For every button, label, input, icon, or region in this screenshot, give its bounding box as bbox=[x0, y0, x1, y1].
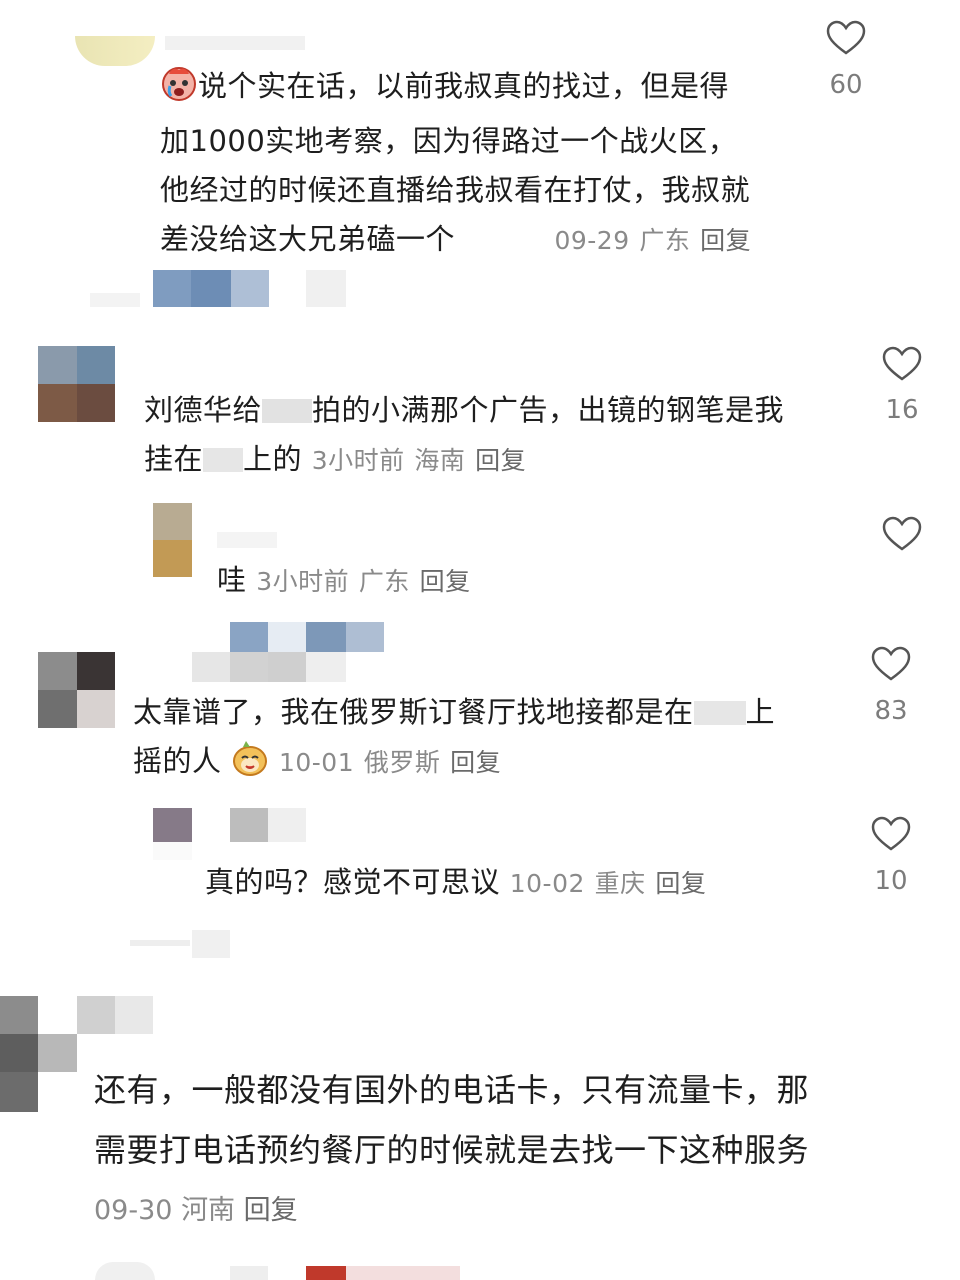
reply-button[interactable]: 回复 bbox=[700, 226, 751, 255]
comment-location: 海南 bbox=[414, 446, 466, 475]
smiling-cat-emoji bbox=[231, 739, 269, 792]
mosaic-block bbox=[192, 652, 230, 682]
mosaic-block bbox=[346, 622, 384, 652]
comment-line: 差没给这大兄弟磕一个 09-29 广东 回复 bbox=[160, 215, 800, 265]
mosaic-block bbox=[306, 622, 346, 652]
comment-line-text: 差没给这大兄弟磕一个 bbox=[160, 222, 456, 256]
mosaic-block bbox=[268, 652, 306, 682]
mosaic-block bbox=[191, 270, 231, 307]
comment-date: 09-30 bbox=[94, 1195, 173, 1226]
comment-location: 重庆 bbox=[594, 869, 646, 898]
mosaic-block bbox=[230, 622, 268, 652]
comment-date: 3小时前 bbox=[256, 567, 350, 596]
username-blurred bbox=[165, 36, 305, 50]
like-count: 83 bbox=[874, 696, 908, 726]
redaction bbox=[203, 448, 244, 472]
heart-icon[interactable] bbox=[826, 20, 866, 56]
comment-line-text: 真的吗？感觉不可思议 bbox=[205, 865, 501, 899]
comment-line-text: 拍的小满那个广告，出镜的钢笔是我 bbox=[312, 393, 785, 427]
mosaic-block bbox=[230, 1266, 268, 1280]
comment-line-text: 说个实在话，以前我叔真的找过，但是得 bbox=[198, 69, 730, 103]
crying-face-emoji bbox=[160, 64, 198, 117]
redaction bbox=[693, 701, 746, 725]
comment-text: 刘德华给 拍的小满那个广告，出镜的钢笔是我 挂在 上的 3小时前 海南 回复 bbox=[144, 386, 844, 485]
mosaic-block bbox=[268, 808, 306, 842]
comment-line: 还有，一般都没有国外的电话卡，只有流量卡，那 bbox=[94, 1071, 810, 1109]
comment-text: 说个实在话，以前我叔真的找过，但是得 加1000实地考察，因为得路过一个战火区，… bbox=[160, 62, 800, 265]
heart-icon[interactable] bbox=[882, 346, 922, 382]
mosaic-block bbox=[268, 622, 306, 652]
mosaic-block bbox=[77, 996, 115, 1034]
comment-line: 挂在 上的 3小时前 海南 回复 bbox=[144, 435, 844, 485]
comment-line-text: 挂在 bbox=[144, 442, 204, 476]
username-blurred bbox=[217, 532, 277, 548]
comment-text: 还有，一般都没有国外的电话卡，只有流量卡，那 需要打电话预约餐厅的时候就是去找一… bbox=[94, 1060, 954, 1180]
reply-text: 真的吗？感觉不可思议 10-02 重庆 回复 bbox=[205, 858, 706, 908]
mosaic-block bbox=[306, 652, 346, 682]
mosaic-block bbox=[115, 996, 153, 1034]
redaction bbox=[262, 399, 313, 423]
comment-location: 广东 bbox=[358, 567, 410, 596]
comment-date: 09-29 bbox=[554, 226, 630, 255]
comment-line: 太靠谱了，我在俄罗斯订餐厅找地接都是在 上 bbox=[133, 688, 833, 737]
comment-line-text: 摇的人 bbox=[133, 744, 222, 778]
reply-button[interactable]: 回复 bbox=[450, 748, 501, 777]
mosaic-block bbox=[306, 1266, 346, 1280]
heart-icon[interactable] bbox=[871, 646, 911, 682]
comment-location: 俄罗斯 bbox=[363, 748, 441, 777]
comment-line: 刘德华给 拍的小满那个广告，出镜的钢笔是我 bbox=[144, 386, 844, 435]
like-count: 16 bbox=[885, 395, 919, 425]
avatar[interactable] bbox=[38, 652, 115, 728]
comment-line-text: 上 bbox=[745, 695, 776, 729]
mosaic-block bbox=[230, 808, 268, 842]
mosaic-block bbox=[306, 270, 346, 307]
comment-text: 太靠谱了，我在俄罗斯订餐厅找地接都是在 上 摇的人 10-01 俄罗斯 回复 bbox=[133, 688, 833, 792]
mosaic-block bbox=[90, 293, 140, 307]
reply-button[interactable]: 回复 bbox=[420, 567, 471, 596]
comment-line-text: 哇 bbox=[217, 563, 247, 597]
comment-date: 10-02 bbox=[509, 869, 585, 898]
like-count: 60 bbox=[829, 70, 863, 100]
comment-line-text: 刘德华给 bbox=[144, 393, 263, 427]
reply-button[interactable]: 回复 bbox=[475, 446, 526, 475]
comment-date: 10-01 bbox=[278, 748, 355, 777]
heart-icon[interactable] bbox=[871, 816, 911, 852]
heart-icon[interactable] bbox=[882, 516, 922, 552]
mosaic-block bbox=[130, 940, 190, 946]
mosaic-block bbox=[346, 1266, 460, 1280]
mosaic-block bbox=[231, 270, 269, 307]
comment-line: 摇的人 10-01 俄罗斯 回复 bbox=[133, 737, 833, 792]
reply-button[interactable]: 回复 bbox=[244, 1195, 298, 1226]
reply-text: 哇 3小时前 广东 回复 bbox=[217, 556, 471, 606]
comment-location: 河南 bbox=[181, 1195, 236, 1226]
avatar[interactable] bbox=[75, 36, 155, 66]
avatar[interactable] bbox=[153, 808, 192, 860]
comment-meta: 09-30 河南 回复 bbox=[94, 1188, 298, 1227]
reply-button[interactable]: 回复 bbox=[655, 869, 706, 898]
avatar[interactable] bbox=[0, 996, 77, 1112]
mosaic-block bbox=[192, 930, 230, 958]
comment-location: 广东 bbox=[639, 226, 691, 255]
mosaic-block bbox=[153, 270, 191, 307]
comment-line-text: 上的 bbox=[243, 442, 303, 476]
comment-line: 说个实在话，以前我叔真的找过，但是得 bbox=[160, 62, 800, 117]
mosaic-block bbox=[230, 652, 268, 682]
avatar[interactable] bbox=[153, 503, 192, 577]
avatar[interactable] bbox=[38, 346, 115, 422]
comment-line-text: 太靠谱了，我在俄罗斯订餐厅找地接都是在 bbox=[133, 695, 694, 729]
comment-date: 3小时前 bbox=[311, 446, 405, 475]
comment-line: 他经过的时候还直播给我叔看在打仗，我叔就 bbox=[160, 173, 751, 207]
comment-line: 加1000实地考察，因为得路过一个战火区， bbox=[160, 124, 738, 158]
mosaic-block bbox=[95, 1262, 155, 1280]
like-count: 10 bbox=[874, 866, 908, 896]
comment-line: 需要打电话预约餐厅的时候就是去找一下这种服务 bbox=[94, 1131, 810, 1169]
